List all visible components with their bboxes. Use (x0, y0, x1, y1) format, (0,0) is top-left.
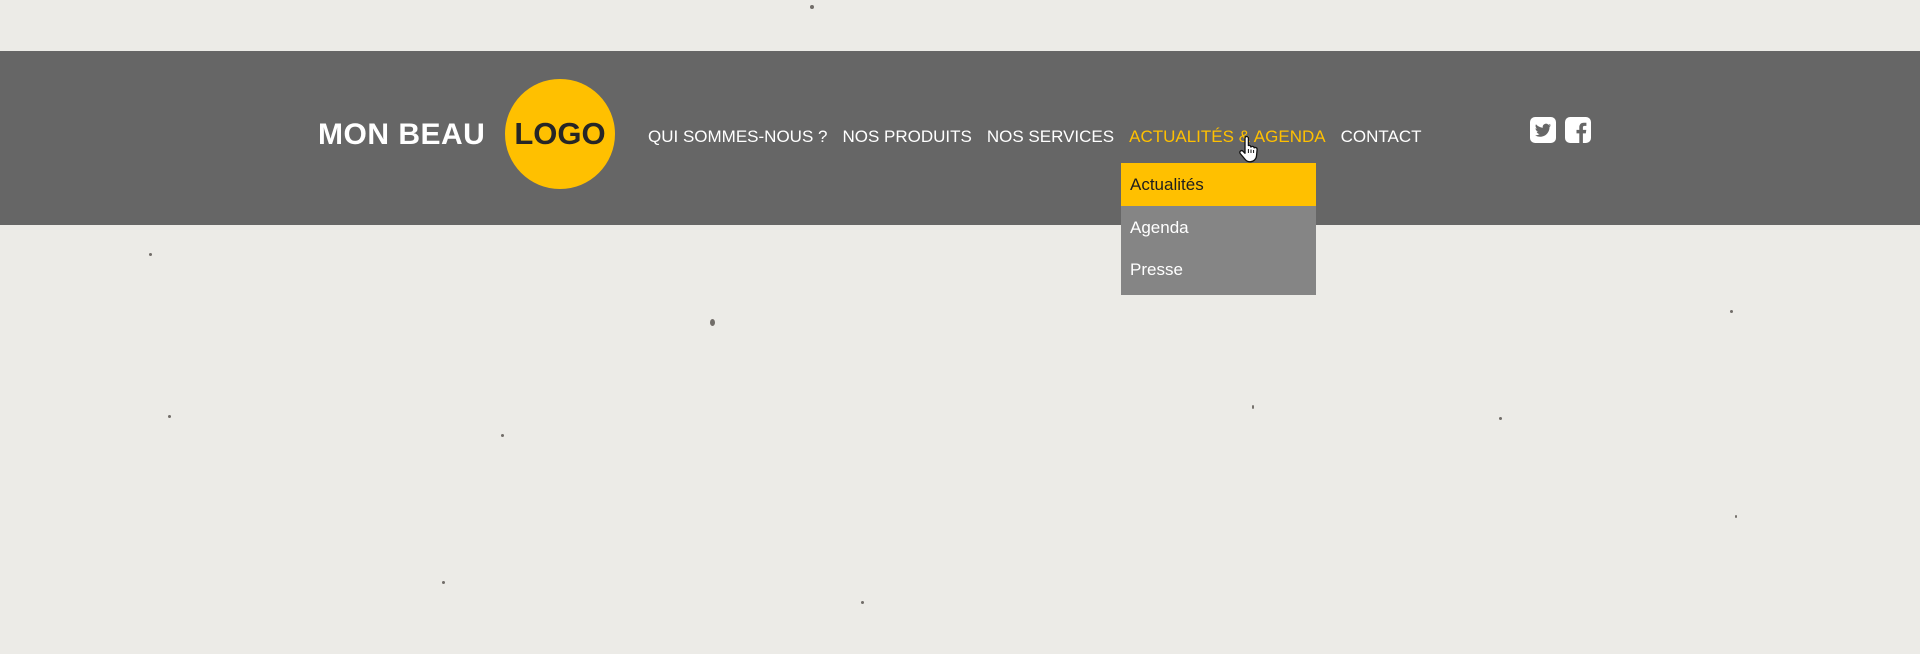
logo[interactable]: LOGO (505, 79, 615, 189)
nav-item-contact[interactable]: CONTACT (1341, 124, 1422, 150)
nav-item-qui-sommes-nous[interactable]: QUI SOMMES-NOUS ? (648, 124, 827, 150)
actualites-dropdown-menu: Actualités Agenda Presse (1121, 163, 1316, 295)
dropdown-item-actualites[interactable]: Actualités (1121, 163, 1316, 206)
nav-item-actualites-agenda[interactable]: ACTUALITÉS & AGENDA (1129, 124, 1326, 150)
twitter-icon[interactable] (1530, 117, 1556, 143)
social-links (1530, 117, 1591, 143)
dropdown-item-presse[interactable]: Presse (1121, 248, 1316, 291)
logo-text: LOGO (514, 116, 606, 151)
nav-item-nos-services[interactable]: NOS SERVICES (987, 124, 1114, 150)
nav-item-nos-produits[interactable]: NOS PRODUITS (842, 124, 971, 150)
main-nav: QUI SOMMES-NOUS ? NOS PRODUITS NOS SERVI… (648, 124, 1422, 150)
brand-name[interactable]: MON BEAU (318, 117, 485, 153)
facebook-icon[interactable] (1565, 117, 1591, 143)
dropdown-item-agenda[interactable]: Agenda (1121, 206, 1316, 249)
